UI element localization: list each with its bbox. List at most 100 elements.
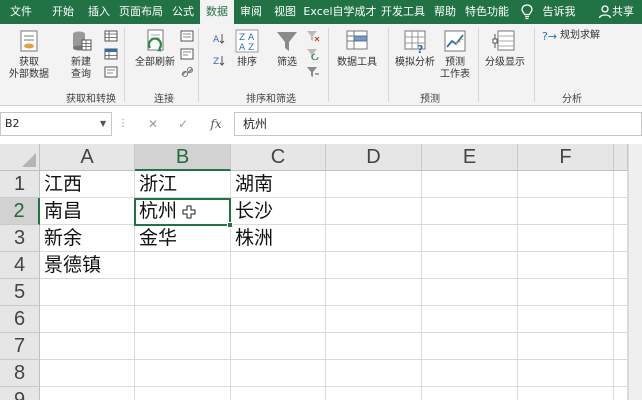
cell-g8[interactable]: [614, 360, 628, 387]
tab-formulas[interactable]: 公式: [166, 0, 200, 24]
cell-b9[interactable]: [135, 387, 231, 400]
cell-g2[interactable]: [614, 198, 628, 225]
cell-b5[interactable]: [135, 279, 231, 306]
sort-az-icon[interactable]: A: [212, 32, 226, 44]
cell-b3[interactable]: 金华: [135, 225, 231, 252]
cell-a2[interactable]: 南昌: [40, 198, 135, 225]
tab-developer[interactable]: 开发工具: [378, 0, 428, 24]
cell-f1[interactable]: [518, 171, 614, 198]
cell-g9[interactable]: [614, 387, 628, 400]
cell-e1[interactable]: [422, 171, 518, 198]
cell-b4[interactable]: [135, 252, 231, 279]
cell-g3[interactable]: [614, 225, 628, 252]
properties-icon[interactable]: [180, 48, 194, 60]
column-header-a[interactable]: A: [40, 144, 135, 171]
refresh-all-button[interactable]: 全部刷新: [132, 28, 178, 69]
sort-za-icon[interactable]: Z: [212, 54, 226, 66]
tab-home[interactable]: 开始: [44, 0, 82, 24]
tab-file[interactable]: 文件: [2, 0, 40, 24]
cell-f2[interactable]: [518, 198, 614, 225]
worksheet-grid[interactable]: A B C D E F 1 2 3 4 5 6 7 8 9 江西 浙江 湖南 南昌 杭州…: [0, 144, 642, 400]
cell-d9[interactable]: [326, 387, 422, 400]
cell-g4[interactable]: [614, 252, 628, 279]
tab-data[interactable]: 数据: [200, 0, 234, 24]
forecast-sheet-button[interactable]: 预测 工作表: [438, 28, 472, 81]
cell-a8[interactable]: [40, 360, 135, 387]
select-all-button[interactable]: [0, 144, 40, 171]
tab-excel-self-study[interactable]: Excel自学成才: [302, 0, 378, 24]
cell-f7[interactable]: [518, 333, 614, 360]
formula-input[interactable]: 杭州: [234, 112, 642, 136]
cell-e9[interactable]: [422, 387, 518, 400]
row-header-8[interactable]: 8: [0, 360, 40, 387]
row-header-6[interactable]: 6: [0, 306, 40, 333]
get-external-data-button[interactable]: 获取 外部数据: [4, 28, 54, 81]
tab-view[interactable]: 视图: [268, 0, 302, 24]
cell-g5[interactable]: [614, 279, 628, 306]
person-icon[interactable]: [598, 3, 612, 21]
cell-b7[interactable]: [135, 333, 231, 360]
outline-button[interactable]: 分级显示: [482, 28, 528, 69]
column-header-g[interactable]: [614, 144, 628, 171]
cell-e6[interactable]: [422, 306, 518, 333]
cell-f5[interactable]: [518, 279, 614, 306]
column-header-e[interactable]: E: [422, 144, 518, 171]
cell-c1[interactable]: 湖南: [231, 171, 326, 198]
cell-c2[interactable]: 长沙: [231, 198, 326, 225]
cell-e5[interactable]: [422, 279, 518, 306]
cell-f9[interactable]: [518, 387, 614, 400]
cell-a4[interactable]: 景德镇: [40, 252, 135, 279]
cell-d3[interactable]: [326, 225, 422, 252]
cell-b8[interactable]: [135, 360, 231, 387]
cell-c7[interactable]: [231, 333, 326, 360]
advanced-filter-icon[interactable]: [306, 66, 320, 78]
tell-me-search[interactable]: 告诉我: [538, 0, 580, 24]
row-header-9[interactable]: 9: [0, 387, 40, 400]
cell-c4[interactable]: [231, 252, 326, 279]
cell-d4[interactable]: [326, 252, 422, 279]
show-queries-icon[interactable]: [104, 30, 118, 42]
cell-d7[interactable]: [326, 333, 422, 360]
row-header-4[interactable]: 4: [0, 252, 40, 279]
cell-c5[interactable]: [231, 279, 326, 306]
filter-button[interactable]: 筛选: [272, 28, 302, 69]
cell-e8[interactable]: [422, 360, 518, 387]
cell-a5[interactable]: [40, 279, 135, 306]
cell-d5[interactable]: [326, 279, 422, 306]
cell-e3[interactable]: [422, 225, 518, 252]
tab-help[interactable]: 帮助: [428, 0, 462, 24]
lightbulb-icon[interactable]: [520, 3, 534, 21]
new-query-button[interactable]: 新建 查询: [62, 28, 100, 81]
cell-a6[interactable]: [40, 306, 135, 333]
tab-insert[interactable]: 插入: [82, 0, 116, 24]
cell-c9[interactable]: [231, 387, 326, 400]
what-if-analysis-button[interactable]: ? 模拟分析: [392, 28, 438, 69]
vertical-scrollbar[interactable]: [628, 144, 642, 400]
edit-links-icon[interactable]: [180, 66, 194, 78]
cell-a3[interactable]: 新余: [40, 225, 135, 252]
cell-e7[interactable]: [422, 333, 518, 360]
column-header-d[interactable]: D: [326, 144, 422, 171]
cell-g6[interactable]: [614, 306, 628, 333]
cell-e2[interactable]: [422, 198, 518, 225]
name-box[interactable]: B2: [0, 112, 112, 136]
cell-b1[interactable]: 浙江: [135, 171, 231, 198]
cell-c8[interactable]: [231, 360, 326, 387]
cell-f3[interactable]: [518, 225, 614, 252]
row-header-2[interactable]: 2: [0, 198, 40, 225]
share-button[interactable]: 共享: [612, 0, 642, 24]
insert-function-icon[interactable]: fx: [206, 112, 226, 136]
column-header-b[interactable]: B: [135, 144, 231, 171]
cell-a7[interactable]: [40, 333, 135, 360]
row-header-7[interactable]: 7: [0, 333, 40, 360]
cell-c3[interactable]: 株洲: [231, 225, 326, 252]
more-options-icon[interactable]: ⋮: [118, 112, 128, 136]
cancel-icon[interactable]: ✕: [144, 112, 162, 136]
data-tools-button[interactable]: 数据工具: [334, 28, 380, 69]
row-header-5[interactable]: 5: [0, 279, 40, 306]
row-header-3[interactable]: 3: [0, 225, 40, 252]
cell-d8[interactable]: [326, 360, 422, 387]
cell-f4[interactable]: [518, 252, 614, 279]
from-table-icon[interactable]: [104, 48, 118, 60]
column-header-f[interactable]: F: [518, 144, 614, 171]
